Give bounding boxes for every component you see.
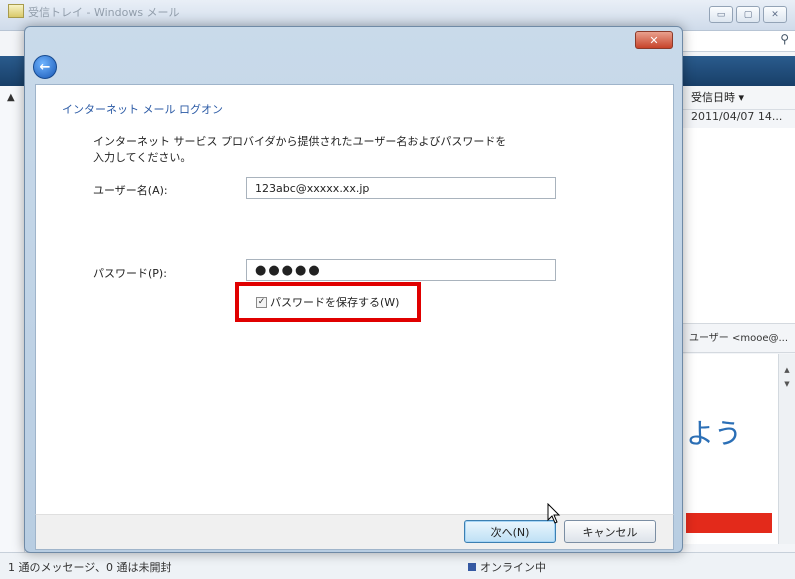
collapse-arrow-icon[interactable]: ▲ <box>7 92 15 103</box>
dialog-heading: インターネット メール ログオン <box>62 103 223 116</box>
status-online-label: オンライン中 <box>480 561 546 574</box>
next-button[interactable]: 次へ(N) <box>464 520 556 543</box>
mouse-cursor-icon <box>547 503 561 524</box>
dialog-description: インターネット サービス プロバイダから提供されたユーザー名およびパスワードを入… <box>93 135 507 164</box>
dialog-content: インターネット メール ログオン インターネット サービス プロバイダから提供さ… <box>35 84 674 516</box>
remember-password-checkbox[interactable]: ✓ パスワードを保存する(W) <box>256 294 399 310</box>
preview-red-banner <box>686 513 772 533</box>
login-dialog: ✕ ← インターネット メール ログオン インターネット サービス プロバイダか… <box>24 26 683 553</box>
preview-text: よう <box>686 417 743 450</box>
window-controls: ▭ ▢ ✕ <box>709 6 787 23</box>
remember-password-label[interactable]: パスワードを保存する(W) <box>270 294 399 310</box>
password-field[interactable] <box>246 259 556 281</box>
dialog-footer: 次へ(N) キャンセル <box>35 514 674 550</box>
search-icon[interactable]: ⚲ <box>780 32 789 46</box>
status-message-count: 1 通のメッセージ、0 通は未開封 <box>8 561 172 574</box>
message-row[interactable]: 2011/04/07 14... <box>683 110 795 128</box>
online-icon <box>468 563 476 571</box>
status-bar: 1 通のメッセージ、0 通は未開封 オンライン中 <box>0 552 795 579</box>
mail-window-title: 受信トレイ - Windows メール <box>28 6 180 19</box>
scroll-up-icon[interactable]: ▲ <box>781 364 793 376</box>
sort-arrow-icon: ▾ <box>738 91 745 104</box>
username-label: ユーザー名(A): <box>93 184 168 197</box>
cancel-button[interactable]: キャンセル <box>564 520 656 543</box>
message-list <box>683 128 795 323</box>
back-arrow-icon[interactable]: ← <box>33 55 57 79</box>
scroll-down-icon[interactable]: ▼ <box>781 378 793 390</box>
close-window-button[interactable]: ✕ <box>763 6 787 23</box>
username-field[interactable] <box>246 177 556 199</box>
preview-scrollbar[interactable]: ▲ ▼ <box>778 354 795 544</box>
maximize-button[interactable]: ▢ <box>736 6 760 23</box>
status-online: オンライン中 <box>468 559 546 575</box>
dialog-close-button[interactable]: ✕ <box>635 31 673 49</box>
checkbox-checked-icon[interactable]: ✓ <box>256 296 267 308</box>
preview-header: ユーザー <mooe@... <box>683 323 795 353</box>
password-label: パスワード(P): <box>93 267 167 280</box>
minimize-button[interactable]: ▭ <box>709 6 733 23</box>
column-header-received[interactable]: 受信日時 ▾ <box>683 86 795 110</box>
mail-app-icon <box>8 4 24 18</box>
column-header-label: 受信日時 <box>691 91 735 104</box>
folder-pane <box>0 86 25 552</box>
search-bar[interactable]: ⚲ <box>683 31 795 52</box>
